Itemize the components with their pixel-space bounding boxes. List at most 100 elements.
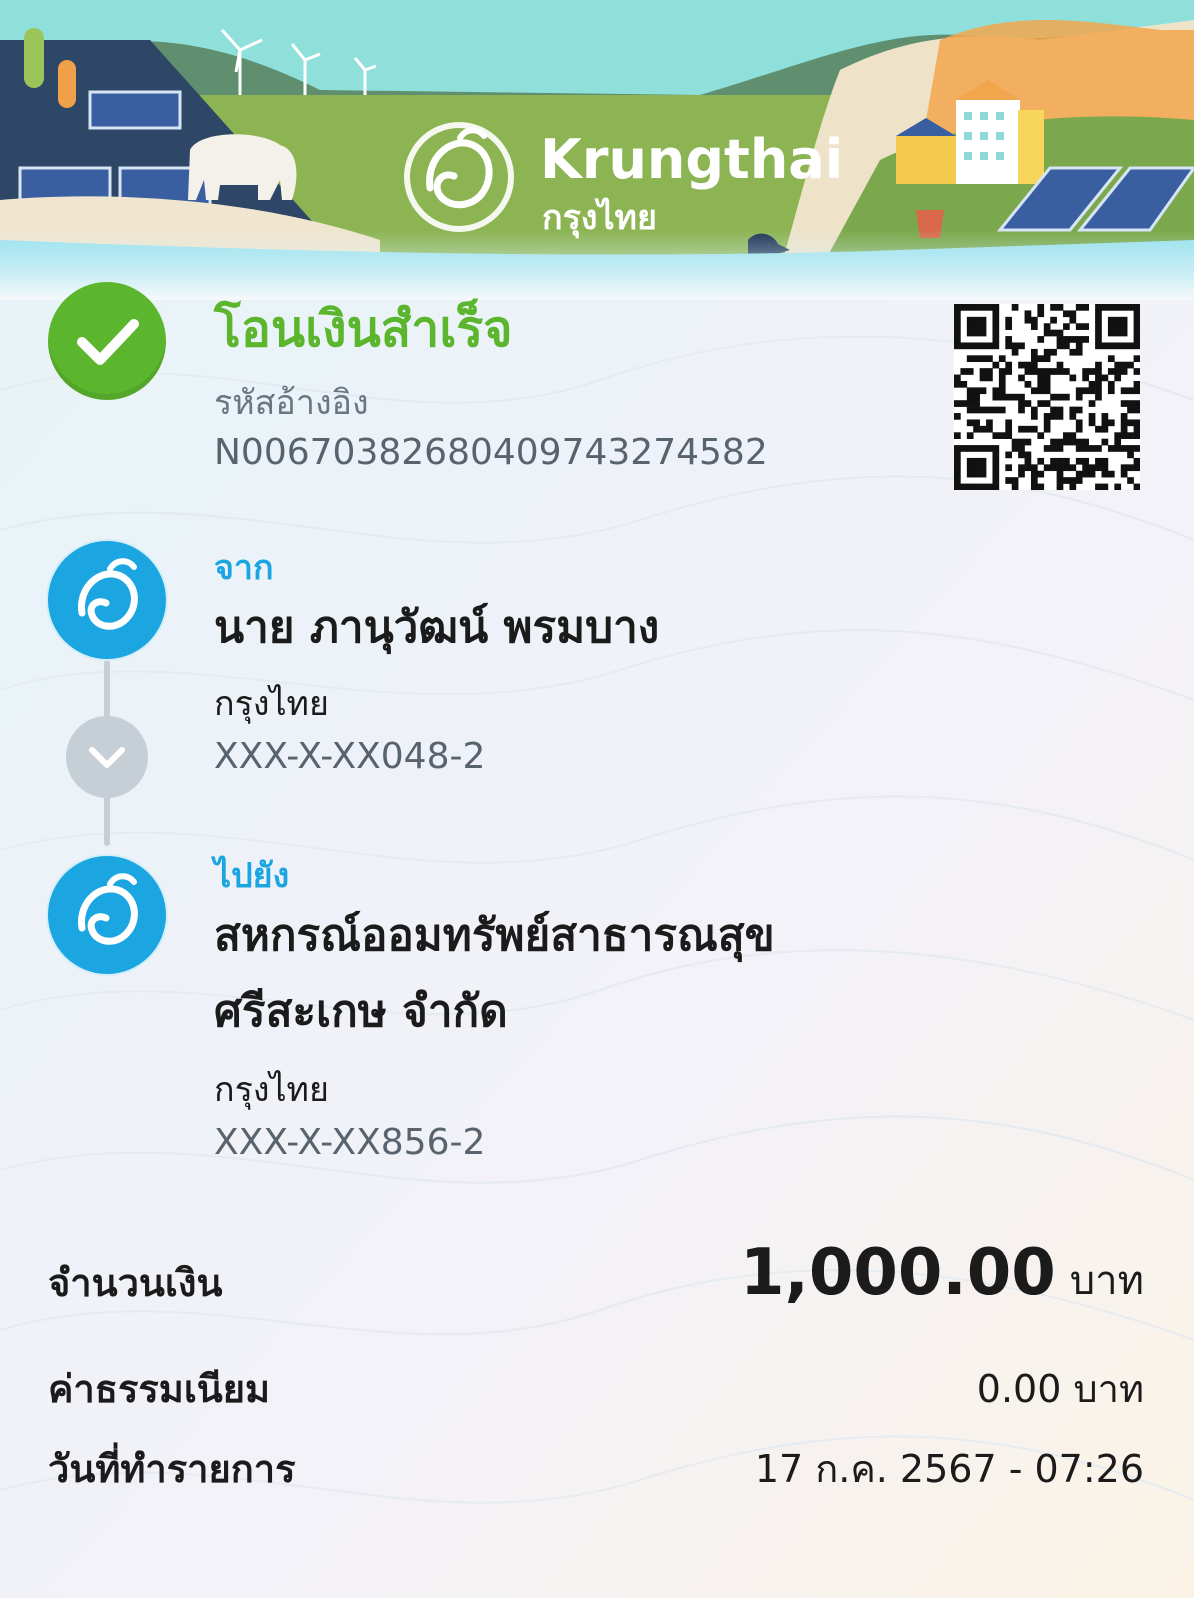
- qr-module: [1075, 348, 1083, 356]
- qr-module: [1133, 457, 1140, 465]
- qr-module: [1043, 329, 1051, 337]
- qr-module: [1101, 464, 1109, 472]
- qr-module: [1050, 393, 1057, 401]
- qr-module: [1037, 304, 1045, 311]
- qr-module: [1133, 419, 1140, 427]
- qr-module: [1075, 406, 1083, 414]
- qr-module: [1114, 304, 1122, 311]
- qr-module: [966, 464, 974, 472]
- qr-module: [1133, 342, 1140, 350]
- qr-module: [1107, 380, 1115, 388]
- qr-module: [1030, 406, 1038, 414]
- qr-module: [1018, 361, 1025, 369]
- qr-module: [1050, 413, 1057, 420]
- qr-module: [1043, 419, 1051, 427]
- qr-module: [973, 400, 980, 407]
- qr-module: [1082, 470, 1089, 478]
- qr-module: [1127, 304, 1134, 311]
- qr-module: [1120, 342, 1128, 350]
- qr-module: [1107, 419, 1115, 427]
- amount-label: จำนวนเงิน: [48, 1261, 223, 1305]
- qr-module: [960, 304, 968, 311]
- brand-name: Krungthai: [540, 128, 844, 191]
- qr-module: [979, 342, 987, 350]
- qr-module: [973, 329, 980, 337]
- qr-module: [986, 425, 993, 433]
- amount-row-value: 1,000.00 บาท: [740, 1236, 1144, 1312]
- qr-module: [954, 477, 961, 484]
- qr-module: [979, 304, 987, 311]
- qr-module: [954, 464, 961, 472]
- qr-module: [1095, 304, 1102, 311]
- qr-module: [973, 445, 980, 452]
- fee-value: 0.00 บาท: [976, 1367, 1144, 1411]
- qr-module: [966, 304, 974, 311]
- qr-module: [1088, 400, 1096, 407]
- qr-module: [992, 329, 1000, 337]
- qr-module: [954, 380, 961, 388]
- qr-module: [1069, 316, 1077, 324]
- qr-module: [1101, 470, 1109, 478]
- qr-module: [1095, 316, 1102, 324]
- qr-module: [1095, 374, 1102, 382]
- check-icon: [77, 319, 139, 365]
- qr-module: [1043, 368, 1051, 375]
- fee-label: ค่าธรรมเนียม: [48, 1367, 271, 1411]
- qr-module: [1114, 329, 1122, 337]
- qr-module: [1030, 348, 1038, 356]
- qr-module: [954, 310, 961, 318]
- qr-module: [1056, 477, 1064, 484]
- qr-module: [1037, 374, 1045, 382]
- qr-module: [1127, 361, 1134, 369]
- qr-module: [1056, 438, 1064, 446]
- qr-module: [1101, 374, 1109, 382]
- qr-module: [1005, 425, 1013, 433]
- qr-module: [1024, 380, 1032, 388]
- qr-module: [1005, 316, 1013, 324]
- qr-module: [979, 368, 987, 375]
- qr-module: [1030, 470, 1038, 478]
- qr-module: [966, 342, 974, 350]
- qr-module: [986, 406, 993, 414]
- qr-module: [966, 400, 974, 407]
- qr-module: [986, 483, 993, 490]
- qr-module: [1043, 348, 1051, 356]
- qr-module: [1030, 425, 1038, 433]
- qr-module: [1005, 477, 1013, 484]
- qr-code-icon[interactable]: [954, 304, 1140, 490]
- qr-module: [1082, 464, 1089, 472]
- qr-module: [954, 483, 961, 490]
- qr-module: [1107, 387, 1115, 395]
- receiver-bank: กรุงไทย: [214, 1070, 329, 1110]
- qr-module: [1063, 368, 1070, 375]
- qr-module: [1082, 438, 1089, 446]
- qr-module: [1043, 380, 1051, 388]
- qr-module: [1075, 323, 1083, 330]
- qr-module: [1075, 425, 1083, 433]
- qr-module: [1024, 316, 1032, 324]
- qr-module: [1101, 457, 1109, 465]
- receiver-name-line1: สหกรณ์ออมทรัพย์สาธารณสุข: [214, 910, 775, 961]
- qr-module: [1075, 393, 1083, 401]
- qr-module: [1063, 310, 1070, 318]
- qr-module: [1018, 451, 1025, 459]
- qr-module: [954, 413, 961, 420]
- qr-module: [1050, 445, 1057, 452]
- qr-module: [1082, 323, 1089, 330]
- qr-module: [998, 380, 1006, 388]
- qr-module: [1082, 374, 1089, 382]
- date-label: วันที่ทำรายการ: [48, 1447, 296, 1491]
- qr-module: [1063, 323, 1070, 330]
- krungthai-logo-icon: [78, 873, 138, 945]
- qr-module: [1069, 438, 1077, 446]
- qr-module: [1120, 432, 1128, 439]
- qr-module: [1069, 348, 1077, 356]
- qr-module: [1120, 361, 1128, 369]
- qr-module: [998, 387, 1006, 395]
- qr-module: [1011, 483, 1019, 490]
- qr-module: [1050, 348, 1057, 356]
- qr-module: [998, 374, 1006, 382]
- qr-module: [1043, 387, 1051, 395]
- qr-module: [1063, 438, 1070, 446]
- qr-module: [1107, 329, 1115, 337]
